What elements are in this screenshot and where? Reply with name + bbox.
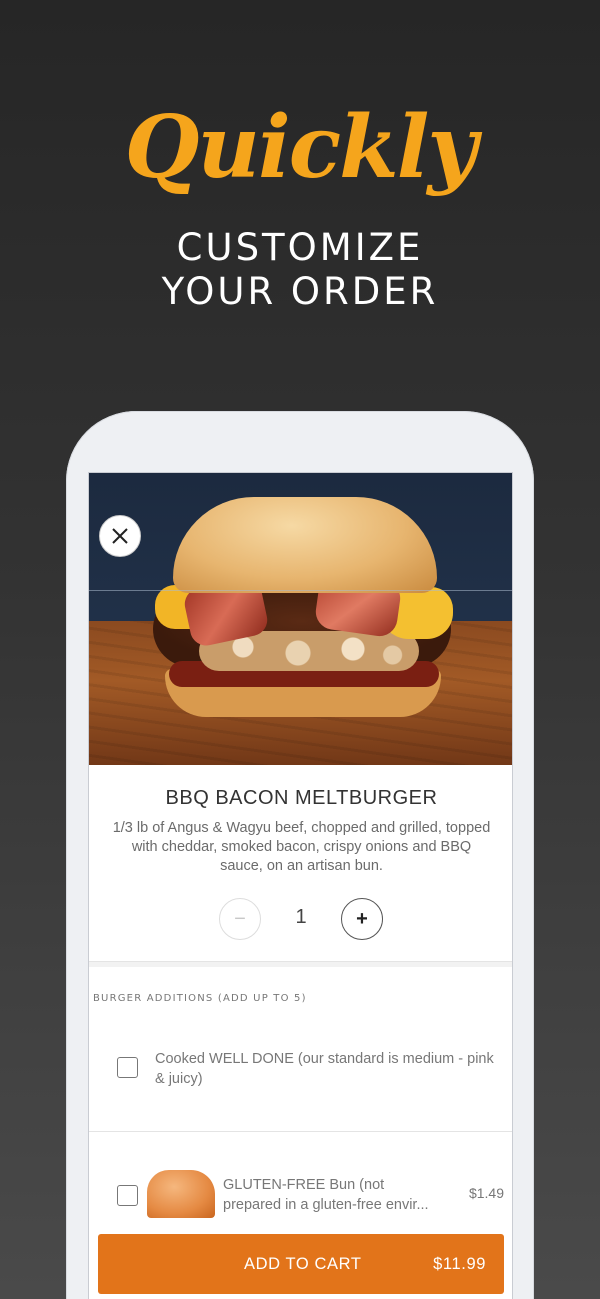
addition-option-well-done[interactable]: Cooked WELL DONE (our standard is medium… xyxy=(89,1033,512,1131)
addition-label: GLUTEN-FREE Bun (not prepared in a glute… xyxy=(223,1175,459,1215)
addition-label-line1: GLUTEN-FREE Bun (not xyxy=(223,1177,385,1193)
section-divider xyxy=(89,961,512,967)
quantity-value: 1 xyxy=(295,906,307,928)
close-icon xyxy=(112,528,128,544)
quantity-increase-button[interactable]: + xyxy=(341,898,383,940)
product-description: 1/3 lb of Angus & Wagyu beef, chopped an… xyxy=(112,820,491,874)
addition-option-gluten-free-bun[interactable]: GLUTEN-FREE Bun (not prepared in a glute… xyxy=(89,1163,512,1223)
addition-price: $1.49 xyxy=(468,1185,504,1201)
photo-divider-line xyxy=(89,590,512,591)
addition-label-line2: prepared in a gluten-free envir... xyxy=(223,1197,429,1213)
quantity-decrease-button[interactable]: − xyxy=(219,898,261,940)
close-button[interactable] xyxy=(99,515,141,557)
hero-script-title: Quickly xyxy=(124,97,478,198)
product-photo xyxy=(89,473,512,765)
photo-bun-top xyxy=(173,497,437,593)
addition-label: Cooked WELL DONE (our standard is medium… xyxy=(155,1051,494,1087)
hero-subtitle-line1: CUSTOMIZE xyxy=(176,226,424,269)
addition-checkbox[interactable] xyxy=(117,1185,138,1206)
add-to-cart-button[interactable]: ADD TO CART $11.99 xyxy=(98,1234,504,1294)
additions-section-label: BURGER ADDITIONS (ADD UP TO 5) xyxy=(93,993,307,1004)
cart-total-price: $11.99 xyxy=(433,1254,486,1273)
hero-subtitle: CUSTOMIZE YOUR ORDER xyxy=(0,226,600,314)
product-title: BBQ BACON MELTBURGER xyxy=(165,787,438,809)
gluten-free-bun-thumbnail xyxy=(147,1170,215,1218)
option-divider xyxy=(89,1131,512,1132)
phone-screen: BBQ BACON MELTBURGER 1/3 lb of Angus & W… xyxy=(88,472,513,1299)
add-to-cart-label: ADD TO CART xyxy=(244,1254,362,1273)
hero-subtitle-line2: YOUR ORDER xyxy=(161,270,439,313)
addition-checkbox[interactable] xyxy=(117,1057,138,1078)
